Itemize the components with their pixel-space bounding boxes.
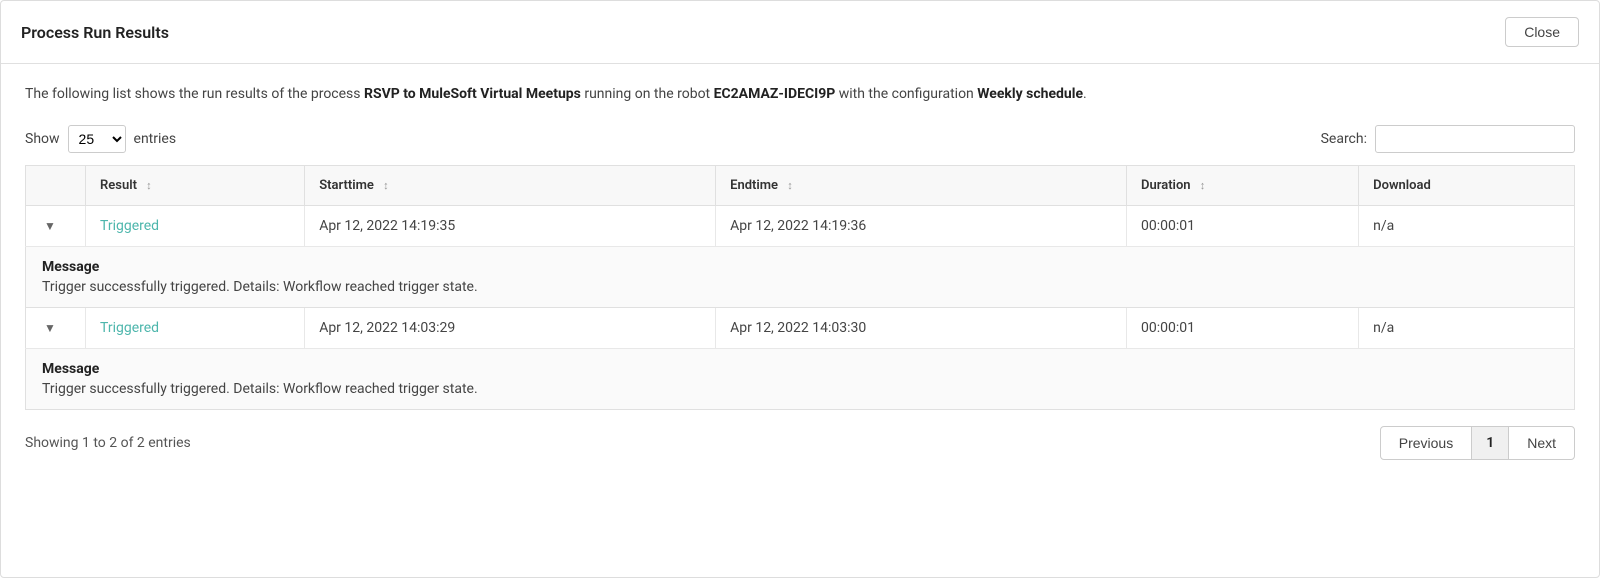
col-header-expand [26,166,86,206]
modal-header: Process Run Results Close [1,1,1599,64]
entries-select[interactable]: 25 10 50 100 [68,125,126,153]
message-label: Message [42,361,1558,377]
message-container: Message Trigger successfully triggered. … [26,349,1574,409]
col-header-download: Download [1359,166,1575,206]
modal-title: Process Run Results [21,23,169,42]
duration-cell: 00:00:01 [1127,308,1359,349]
table-header: Result ↕ Starttime ↕ Endtime ↕ Duration … [26,166,1575,206]
show-entries-control: Show 25 10 50 100 entries [25,125,176,153]
process-run-results-modal: Process Run Results Close The following … [0,0,1600,578]
col-header-starttime: Starttime ↕ [305,166,716,206]
search-row: Search: [1321,125,1575,153]
expand-button[interactable]: ▼ [40,217,60,235]
process-name: RSVP to MuleSoft Virtual Meetups [364,86,581,102]
table-body: ▼ Triggered Apr 12, 2022 14:19:35 Apr 12… [26,206,1575,410]
table-row: ▼ Triggered Apr 12, 2022 14:03:29 Apr 12… [26,308,1575,349]
col-header-result: Result ↕ [86,166,305,206]
message-container: Message Trigger successfully triggered. … [26,247,1574,307]
controls-row: Show 25 10 50 100 entries Search: [25,125,1575,153]
col-header-endtime: Endtime ↕ [716,166,1127,206]
search-label: Search: [1321,131,1367,147]
sort-icon-endtime: ↕ [787,179,793,192]
download-cell: n/a [1359,206,1575,247]
expanded-cell: Message Trigger successfully triggered. … [26,349,1575,410]
download-cell: n/a [1359,308,1575,349]
description-text: The following list shows the run results… [25,84,1575,105]
pagination: Previous 1 Next [1380,426,1575,460]
expand-button[interactable]: ▼ [40,319,60,337]
footer-row: Showing 1 to 2 of 2 entries Previous 1 N… [25,426,1575,468]
description-config-prefix: with the configuration [835,86,977,102]
message-text: Trigger successfully triggered. Details:… [42,381,1558,397]
previous-button[interactable]: Previous [1380,426,1472,460]
starttime-cell: Apr 12, 2022 14:03:29 [305,308,716,349]
modal-body: The following list shows the run results… [1,64,1599,577]
sort-icon-result: ↕ [146,179,152,192]
show-label: Show [25,131,60,147]
expand-cell: ▼ [26,206,86,247]
result-link[interactable]: Triggered [100,320,159,336]
col-header-duration: Duration ↕ [1127,166,1359,206]
message-label: Message [42,259,1558,275]
expanded-message-row: Message Trigger successfully triggered. … [26,349,1575,410]
close-button[interactable]: Close [1505,17,1579,47]
expand-cell: ▼ [26,308,86,349]
duration-cell: 00:00:01 [1127,206,1359,247]
robot-name: EC2AMAZ-IDECI9P [714,86,836,102]
endtime-cell: Apr 12, 2022 14:19:36 [716,206,1127,247]
sort-icon-starttime: ↕ [383,179,389,192]
search-input[interactable] [1375,125,1575,153]
table-row: ▼ Triggered Apr 12, 2022 14:19:35 Apr 12… [26,206,1575,247]
showing-text: Showing 1 to 2 of 2 entries [25,435,191,451]
description-prefix: The following list shows the run results… [25,86,364,102]
result-cell: Triggered [86,308,305,349]
message-text: Trigger successfully triggered. Details:… [42,279,1558,295]
expanded-cell: Message Trigger successfully triggered. … [26,247,1575,308]
page-number-1[interactable]: 1 [1472,426,1508,460]
expanded-message-row: Message Trigger successfully triggered. … [26,247,1575,308]
result-link[interactable]: Triggered [100,218,159,234]
starttime-cell: Apr 12, 2022 14:19:35 [305,206,716,247]
description-middle: running on the robot [581,86,714,102]
entries-label: entries [134,131,177,147]
endtime-cell: Apr 12, 2022 14:03:30 [716,308,1127,349]
results-table: Result ↕ Starttime ↕ Endtime ↕ Duration … [25,165,1575,410]
config-name: Weekly schedule [977,86,1083,102]
sort-icon-duration: ↕ [1200,179,1206,192]
description-suffix: . [1083,86,1087,102]
next-button[interactable]: Next [1508,426,1575,460]
result-cell: Triggered [86,206,305,247]
